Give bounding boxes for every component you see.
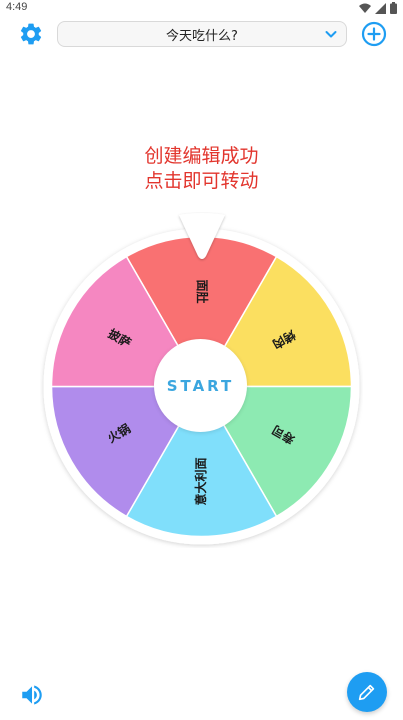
gear-icon — [20, 23, 42, 45]
wheel-segment-label: 面肚 — [195, 279, 210, 303]
app-bar: 今天吃什么? — [0, 17, 403, 51]
settings-button[interactable] — [17, 20, 45, 48]
start-label: START — [166, 376, 235, 395]
wheel-pointer — [179, 213, 225, 259]
start-button[interactable]: START — [154, 339, 247, 432]
status-time: 4:49 — [6, 1, 28, 13]
add-wheel-button[interactable] — [360, 20, 388, 48]
status-icons — [359, 2, 397, 14]
wheel-selector-dropdown[interactable]: 今天吃什么? — [57, 21, 347, 47]
wheel-segment-label: 意大利面 — [193, 457, 208, 505]
selector-value: 今天吃什么? — [166, 28, 238, 44]
message-line-2: 点击即可转动 — [144, 170, 259, 192]
chevron-down-icon — [325, 31, 337, 38]
sound-toggle-button[interactable] — [18, 681, 46, 709]
edit-fab-button[interactable] — [347, 672, 387, 712]
message-line-1: 创建编辑成功 — [144, 145, 259, 167]
status-bar: 4:49 — [0, 0, 403, 16]
signal-icon — [375, 2, 386, 14]
status-message: 创建编辑成功 点击即可转动 — [0, 144, 403, 194]
battery-icon — [390, 2, 397, 14]
plus-circle-icon — [361, 21, 387, 47]
wifi-icon — [359, 3, 371, 13]
pencil-icon — [358, 684, 375, 701]
speaker-icon — [22, 685, 42, 705]
